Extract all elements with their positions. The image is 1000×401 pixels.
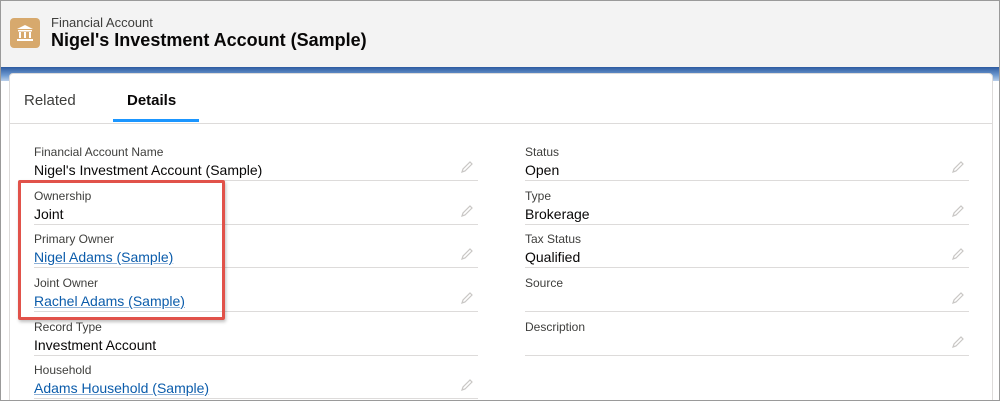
- edit-pencil-icon[interactable]: [951, 335, 965, 349]
- edit-pencil-icon[interactable]: [951, 160, 965, 174]
- field-financial-account-name: Financial Account Name Nigel's Investmen…: [34, 137, 478, 181]
- field-label: Record Type: [34, 320, 102, 334]
- edit-pencil-icon[interactable]: [951, 247, 965, 261]
- field-label: Type: [525, 189, 552, 203]
- field-record-type: Record Type Investment Account: [34, 312, 478, 356]
- object-type-label: Financial Account: [51, 15, 153, 30]
- field-description: Description: [525, 312, 969, 356]
- edit-pencil-icon[interactable]: [460, 204, 474, 218]
- tab-bar: Related Details: [10, 74, 992, 124]
- field-value: Nigel's Investment Account (Sample): [34, 162, 263, 178]
- field-ownership: Ownership Joint: [34, 181, 478, 225]
- primary-owner-link[interactable]: Nigel Adams (Sample): [34, 249, 173, 265]
- edit-pencil-icon[interactable]: [460, 160, 474, 174]
- edit-pencil-icon[interactable]: [460, 378, 474, 392]
- edit-pencil-icon[interactable]: [460, 247, 474, 261]
- field-label: Source: [525, 276, 564, 290]
- field-status: Status Open: [525, 137, 969, 181]
- field-label: Ownership: [34, 189, 92, 203]
- field-value: Qualified: [525, 249, 581, 265]
- edit-pencil-icon[interactable]: [460, 291, 474, 305]
- household-link[interactable]: Adams Household (Sample): [34, 380, 209, 396]
- field-label: Tax Status: [525, 232, 582, 246]
- field-value: Open: [525, 162, 560, 178]
- field-household: Household Adams Household (Sample): [34, 355, 478, 399]
- field-source: Source: [525, 268, 969, 312]
- field-label: Description: [525, 320, 586, 334]
- joint-owner-link[interactable]: Rachel Adams (Sample): [34, 293, 185, 309]
- field-label: Status: [525, 145, 560, 159]
- field-label: Joint Owner: [34, 276, 99, 290]
- details-card: Related Details Financial Account Name N…: [9, 73, 993, 400]
- field-value: Joint: [34, 206, 64, 222]
- tab-details[interactable]: Details: [127, 92, 176, 109]
- active-tab-indicator: [113, 119, 199, 122]
- field-label: Primary Owner: [34, 232, 115, 246]
- record-header: Financial Account Nigel's Investment Acc…: [1, 1, 999, 67]
- field-label: Household: [34, 363, 92, 377]
- field-label: Financial Account Name: [34, 145, 164, 159]
- field-joint-owner: Joint Owner Rachel Adams (Sample): [34, 268, 478, 312]
- edit-pencil-icon[interactable]: [951, 291, 965, 305]
- edit-pencil-icon[interactable]: [951, 204, 965, 218]
- field-value: Investment Account: [34, 337, 157, 353]
- field-primary-owner: Primary Owner Nigel Adams (Sample): [34, 224, 478, 268]
- bank-icon: [10, 18, 40, 48]
- field-tax-status: Tax Status Qualified: [525, 224, 969, 268]
- field-type: Type Brokerage: [525, 181, 969, 225]
- record-title: Nigel's Investment Account (Sample): [51, 30, 367, 50]
- tab-related[interactable]: Related: [24, 92, 76, 109]
- field-value: Brokerage: [525, 206, 590, 222]
- record-page: Financial Account Nigel's Investment Acc…: [0, 0, 1000, 401]
